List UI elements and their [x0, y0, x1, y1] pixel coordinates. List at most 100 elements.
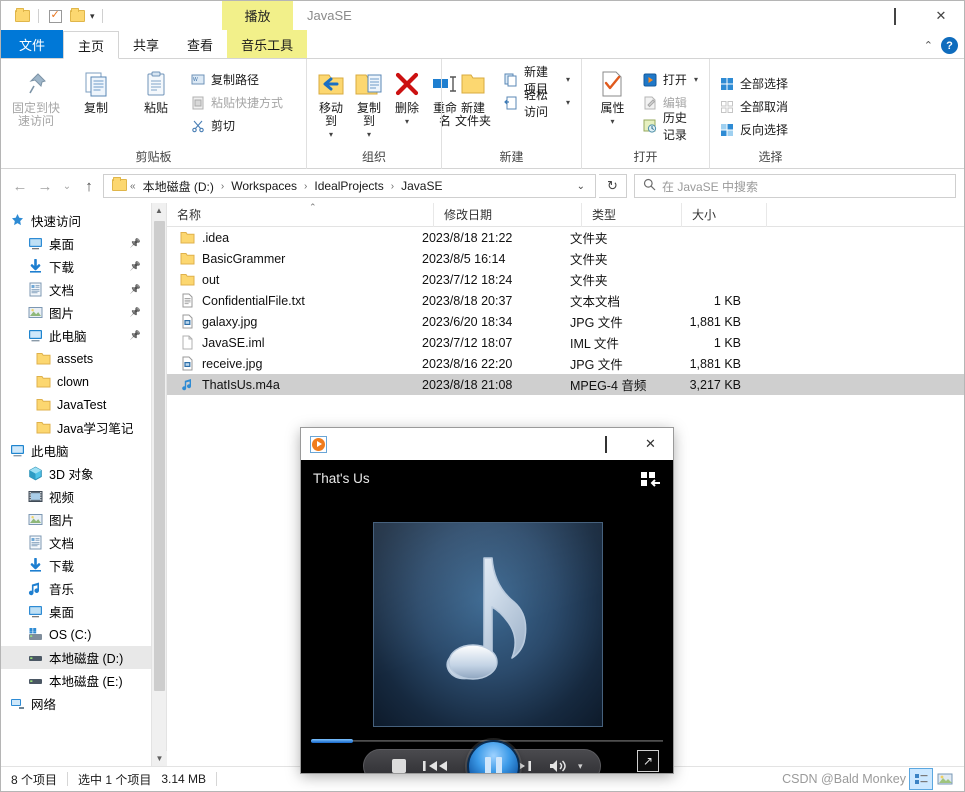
- pin-icon[interactable]: 📌: [130, 307, 141, 318]
- move-to-caret-icon[interactable]: ▾: [329, 130, 333, 139]
- nav-item-本地磁盘(d)[interactable]: 本地磁盘 (D:): [1, 646, 151, 669]
- table-row[interactable]: receive.jpg 2023/8/16 22:20 JPG 文件 1,881 KB: [167, 353, 964, 374]
- column-header-date[interactable]: 修改日期: [434, 202, 582, 227]
- invert-selection-button[interactable]: 反向选择: [716, 119, 793, 140]
- nav-item-文档[interactable]: 文档: [1, 531, 151, 554]
- table-row[interactable]: out 2023/7/12 18:24 文件夹: [167, 269, 964, 290]
- up-button[interactable]: ↑: [78, 174, 100, 198]
- delete-caret-icon[interactable]: ▾: [405, 117, 409, 126]
- nav-item-os(c)[interactable]: OS (C:): [1, 623, 151, 646]
- contextual-tab-play[interactable]: 播放: [222, 1, 293, 30]
- nav-scroll-up-icon[interactable]: ▲: [152, 203, 166, 218]
- nav-item-桌面[interactable]: 桌面: [1, 600, 151, 623]
- open-caret-icon[interactable]: ▾: [694, 75, 698, 84]
- tab-file[interactable]: 文件: [1, 30, 64, 58]
- new-folder-button[interactable]: 新建 文件夹: [448, 65, 498, 131]
- breadcrumb-bar[interactable]: « 本地磁盘 (D:) › Workspaces › IdealProjects…: [103, 174, 596, 198]
- forward-button[interactable]: →: [34, 174, 56, 198]
- copy-to-button[interactable]: 复制到 ▾: [351, 65, 387, 142]
- column-header-name[interactable]: 名称: [167, 202, 434, 227]
- properties-button[interactable]: 属性 ▾: [588, 65, 637, 129]
- nav-item-音乐[interactable]: 音乐: [1, 577, 151, 600]
- help-icon[interactable]: ?: [941, 37, 958, 54]
- collapse-ribbon-icon[interactable]: ⌃: [924, 39, 933, 52]
- table-row[interactable]: BasicGrammer 2023/8/5 16:14 文件夹: [167, 248, 964, 269]
- tab-view[interactable]: 查看: [173, 30, 227, 58]
- properties-caret-icon[interactable]: ▾: [610, 117, 614, 126]
- cut-button[interactable]: 剪切: [187, 115, 288, 136]
- paste-button[interactable]: 粘贴: [127, 65, 185, 118]
- new-item-caret-icon[interactable]: ▾: [566, 75, 570, 84]
- volume-dropdown-icon[interactable]: ▾: [578, 761, 583, 772]
- select-all-button[interactable]: 全部选择: [716, 73, 793, 94]
- table-row[interactable]: JavaSE.iml 2023/7/12 18:07 IML 文件 1 KB: [167, 332, 964, 353]
- qat-properties-icon[interactable]: [46, 7, 64, 25]
- column-header-type[interactable]: 类型: [582, 202, 682, 227]
- nav-item-java学习笔记[interactable]: Java学习笔记: [1, 416, 151, 439]
- nav-item-3d对象[interactable]: 3D 对象: [1, 462, 151, 485]
- easy-access-button[interactable]: 轻松访问 ▾: [500, 88, 575, 119]
- nav-item-此电脑[interactable]: 此电脑: [1, 439, 151, 462]
- details-view-icon[interactable]: [909, 768, 933, 790]
- search-box[interactable]: 在 JavaSE 中搜索: [634, 174, 956, 198]
- nav-item-此电脑[interactable]: 此电脑 📌: [1, 324, 151, 347]
- nav-item-快速访问[interactable]: 快速访问: [1, 209, 151, 232]
- move-to-button[interactable]: 移动到 ▾: [313, 65, 349, 142]
- pin-icon[interactable]: 📌: [130, 261, 141, 272]
- nav-item-桌面[interactable]: 桌面 📌: [1, 232, 151, 255]
- tab-music-tools[interactable]: 音乐工具: [227, 30, 308, 58]
- nav-scrollbar[interactable]: ▲ ▼: [151, 203, 167, 766]
- play-pause-button[interactable]: [467, 740, 520, 773]
- paste-shortcut-button[interactable]: 粘贴快捷方式: [187, 92, 288, 113]
- tab-share[interactable]: 共享: [119, 30, 173, 58]
- fullscreen-button[interactable]: ↗: [637, 750, 659, 772]
- copy-to-caret-icon[interactable]: ▾: [367, 130, 371, 139]
- nav-item-clown[interactable]: clown: [1, 370, 151, 393]
- player-maximize-button[interactable]: [583, 428, 628, 460]
- breadcrumb-item-3[interactable]: JavaSE: [397, 177, 446, 195]
- breadcrumb-sep-0[interactable]: ›: [221, 181, 224, 192]
- breadcrumb-sep-2[interactable]: ›: [391, 181, 394, 192]
- nav-item-视频[interactable]: 视频: [1, 485, 151, 508]
- nav-item-文档[interactable]: 文档 📌: [1, 278, 151, 301]
- nav-item-本地磁盘(e)[interactable]: 本地磁盘 (E:): [1, 669, 151, 692]
- refresh-button[interactable]: ↻: [599, 174, 627, 198]
- volume-button[interactable]: [548, 758, 568, 773]
- history-button[interactable]: 历史记录: [639, 111, 703, 142]
- switch-to-library-icon[interactable]: [640, 471, 662, 491]
- pin-icon[interactable]: 📌: [130, 284, 141, 295]
- qat-dropdown-icon[interactable]: ▾: [90, 11, 95, 22]
- pin-to-quick-access-button[interactable]: 固定到快 速访问: [7, 65, 65, 131]
- delete-button[interactable]: 删除 ▾: [389, 65, 425, 129]
- breadcrumb-item-2[interactable]: IdealProjects: [310, 177, 387, 195]
- breadcrumb-sep-1[interactable]: ›: [304, 181, 307, 192]
- previous-button[interactable]: [422, 759, 448, 773]
- nav-item-下载[interactable]: 下载: [1, 554, 151, 577]
- recent-locations-button[interactable]: ⌄: [59, 174, 75, 198]
- table-row[interactable]: ThatIsUs.m4a 2023/8/18 21:08 MPEG-4 音频 3,21…: [167, 374, 964, 395]
- address-dropdown-icon[interactable]: ⌄: [569, 181, 593, 192]
- nav-scroll-thumb[interactable]: [154, 221, 165, 691]
- minimize-button[interactable]: [826, 1, 872, 31]
- open-button[interactable]: 打开 ▾: [639, 69, 703, 90]
- nav-item-图片[interactable]: 图片 📌: [1, 301, 151, 324]
- copy-button[interactable]: 复制: [67, 65, 125, 118]
- nav-item-网络[interactable]: 网络: [1, 692, 151, 715]
- nav-item-assets[interactable]: assets: [1, 347, 151, 370]
- table-row[interactable]: .idea 2023/8/18 21:22 文件夹: [167, 227, 964, 248]
- tab-home[interactable]: 主页: [63, 31, 120, 59]
- easy-access-caret-icon[interactable]: ▾: [566, 98, 570, 107]
- select-none-button[interactable]: 全部取消: [716, 96, 793, 117]
- nav-scroll-down-icon[interactable]: ▼: [152, 751, 167, 766]
- table-row[interactable]: galaxy.jpg 2023/6/20 18:34 JPG 文件 1,881 KB: [167, 311, 964, 332]
- player-close-button[interactable]: ✕: [628, 428, 673, 460]
- back-button[interactable]: ←: [9, 174, 31, 198]
- nav-item-下载[interactable]: 下载 📌: [1, 255, 151, 278]
- close-button[interactable]: ✕: [918, 1, 964, 31]
- stop-button[interactable]: [392, 759, 406, 773]
- nav-item-图片[interactable]: 图片: [1, 508, 151, 531]
- table-row[interactable]: ConfidentialFile.txt 2023/8/18 20:37 文本文档 1…: [167, 290, 964, 311]
- column-header-size[interactable]: 大小: [682, 202, 767, 227]
- pin-icon[interactable]: 📌: [130, 330, 141, 341]
- breadcrumb-item-0[interactable]: 本地磁盘 (D:): [139, 176, 218, 197]
